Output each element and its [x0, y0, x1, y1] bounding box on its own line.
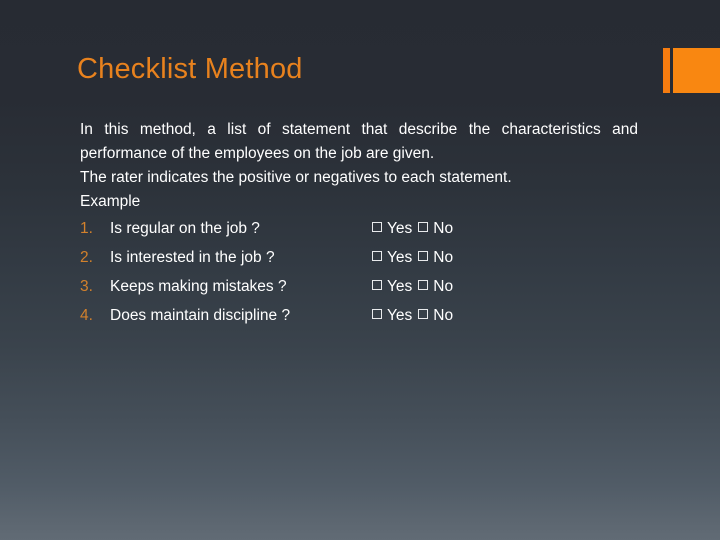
list-item: 4. Does maintain discipline ? Yes No	[80, 301, 638, 330]
option-label: No	[433, 307, 454, 324]
page-title: Checklist Method	[77, 53, 303, 85]
paragraph-example-label: Example	[80, 193, 141, 210]
accent-bar-block-icon	[673, 48, 720, 93]
option-yes[interactable]: Yes	[372, 214, 412, 243]
checkbox-empty-icon[interactable]	[372, 309, 382, 319]
list-item-statement: Keeps making mistakes ?	[110, 278, 287, 295]
option-no[interactable]: No	[418, 272, 453, 301]
checkbox-empty-icon[interactable]	[372, 280, 382, 290]
option-label: Yes	[387, 220, 413, 237]
option-label: Yes	[387, 307, 413, 324]
paragraph-intro: In this method, a list of statement that…	[80, 121, 638, 162]
slide-canvas: Checklist Method In this method, a list …	[0, 0, 720, 540]
decorative-accent-group	[663, 48, 720, 93]
list-item-number: 3.	[80, 278, 93, 295]
list-item-number: 1.	[80, 220, 93, 237]
list-item: 1. Is regular on the job ? Yes No	[80, 214, 638, 243]
checkbox-empty-icon[interactable]	[418, 251, 429, 261]
list-item-statement: Is interested in the job ?	[110, 249, 275, 266]
option-no[interactable]: No	[418, 301, 453, 330]
slide-body: In this method, a list of statement that…	[80, 118, 638, 330]
option-no[interactable]: No	[418, 214, 453, 243]
option-no[interactable]: No	[418, 243, 453, 272]
list-item-options: Yes No	[372, 214, 453, 243]
list-item-options: Yes No	[372, 272, 453, 301]
paragraph-rater: The rater indicates the positive or nega…	[80, 169, 512, 186]
list-item: 2. Is interested in the job ? Yes No	[80, 243, 638, 272]
option-yes[interactable]: Yes	[372, 272, 412, 301]
option-yes[interactable]: Yes	[372, 301, 412, 330]
list-item-options: Yes No	[372, 301, 453, 330]
list-item: 3. Keeps making mistakes ? Yes No	[80, 272, 638, 301]
option-label: Yes	[387, 249, 413, 266]
checkbox-empty-icon[interactable]	[372, 222, 382, 232]
list-item-statement: Does maintain discipline ?	[110, 307, 291, 324]
list-item-number: 4.	[80, 307, 93, 324]
checkbox-empty-icon[interactable]	[418, 280, 429, 290]
option-label: No	[433, 220, 454, 237]
checkbox-empty-icon[interactable]	[418, 222, 429, 232]
option-label: No	[433, 278, 454, 295]
accent-bar-thin-icon	[663, 48, 670, 93]
checkbox-empty-icon[interactable]	[372, 251, 382, 261]
checkbox-empty-icon[interactable]	[418, 309, 429, 319]
checklist: 1. Is regular on the job ? Yes No 2. Is …	[80, 214, 638, 330]
option-yes[interactable]: Yes	[372, 243, 412, 272]
list-item-options: Yes No	[372, 243, 453, 272]
list-item-statement: Is regular on the job ?	[110, 220, 260, 237]
list-item-number: 2.	[80, 249, 93, 266]
option-label: Yes	[387, 278, 413, 295]
option-label: No	[433, 249, 454, 266]
